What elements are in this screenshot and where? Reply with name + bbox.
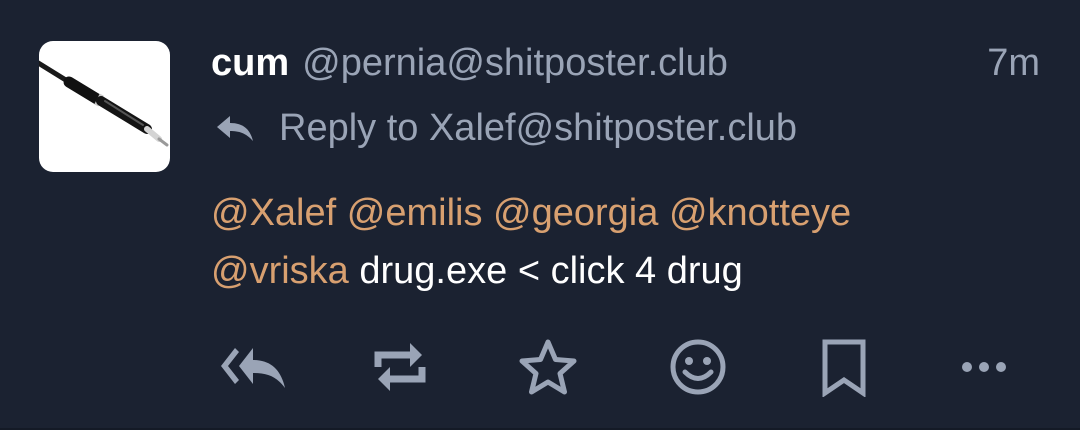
more-options-button[interactable] <box>944 332 1024 402</box>
avatar[interactable] <box>39 41 170 172</box>
pen-icon <box>39 60 169 147</box>
content-line-1: @Xalef @emilis @georgia @knotteye <box>211 184 1040 242</box>
content-line-2: @vriska drug.exe < click 4 drug <box>211 242 1040 300</box>
display-name[interactable]: cum <box>211 42 289 85</box>
status-header: cum @pernia@shitposter.club 7m <box>211 38 1040 88</box>
mention-link[interactable]: @emilis <box>347 192 483 234</box>
status-card: cum @pernia@shitposter.club 7m Reply to … <box>0 0 1080 430</box>
account-handle[interactable]: @pernia@shitposter.club <box>302 42 728 85</box>
more-options-icon <box>962 362 1006 372</box>
repeat-button[interactable] <box>360 332 440 402</box>
timestamp[interactable]: 7m <box>987 42 1040 85</box>
reply-button[interactable] <box>213 332 293 402</box>
status-content: @Xalef @emilis @georgia @knotteye @vrisk… <box>211 184 1040 300</box>
action-bar <box>210 332 1040 402</box>
mention-link[interactable]: @knotteye <box>669 192 851 234</box>
status-text: drug.exe < click 4 drug <box>359 250 743 292</box>
mention-link[interactable]: @georgia <box>493 192 658 234</box>
bookmark-icon <box>822 339 866 397</box>
emoji-reaction-icon <box>670 339 726 395</box>
bookmark-button[interactable] <box>804 332 884 402</box>
reply-to-line[interactable]: Reply to Xalef@shitposter.club <box>211 103 797 153</box>
mention-link[interactable]: @vriska <box>211 250 349 292</box>
reply-to-text: Reply to Xalef@shitposter.club <box>279 106 798 149</box>
reply-all-icon <box>221 348 285 388</box>
favorite-star-icon <box>519 339 577 395</box>
reply-arrow-icon <box>215 110 259 146</box>
mention-link[interactable]: @Xalef <box>211 192 336 234</box>
favorite-button[interactable] <box>508 332 588 402</box>
emoji-reaction-button[interactable] <box>658 332 738 402</box>
repeat-icon <box>374 343 426 391</box>
